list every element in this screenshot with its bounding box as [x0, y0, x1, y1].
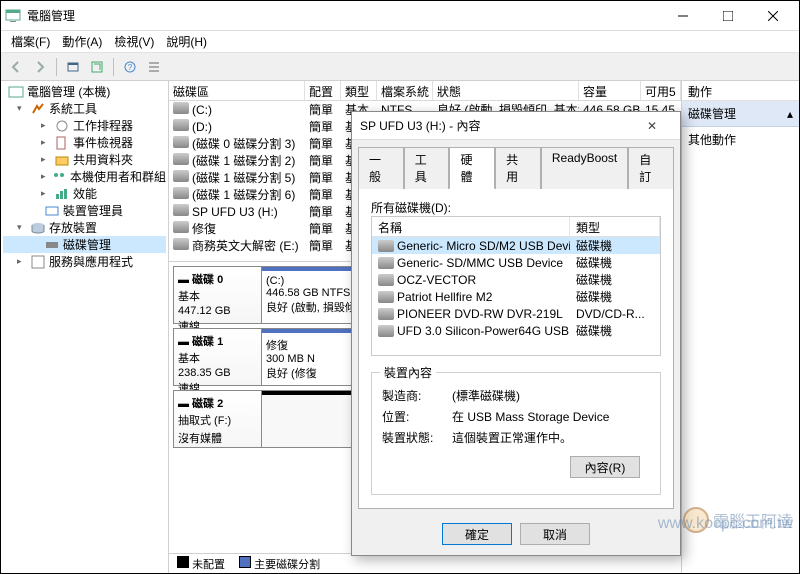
- drive-icon: [378, 325, 394, 337]
- dialog-titlebar: SP UFD U3 (H:) - 內容 ✕: [352, 112, 680, 140]
- device-row[interactable]: UFD 3.0 Silicon-Power64G USB Device磁碟機: [372, 322, 660, 339]
- mfr-label: 製造商:: [382, 387, 452, 404]
- drive-icon: [378, 308, 394, 320]
- refresh-button[interactable]: [86, 56, 108, 78]
- col-type[interactable]: 類型: [341, 81, 377, 100]
- tree-item[interactable]: ▸工作排程器: [3, 117, 166, 134]
- col-capacity[interactable]: 容量: [579, 81, 641, 100]
- tab-1[interactable]: 工具: [404, 147, 450, 189]
- legend: 未配置 主要磁碟分割: [169, 553, 681, 573]
- tree-root[interactable]: 電腦管理 (本機): [3, 83, 166, 100]
- toolbar: ?: [1, 53, 799, 81]
- drive-icon: [173, 153, 189, 165]
- actions-more[interactable]: 其他動作: [682, 127, 799, 152]
- dialog-buttons: 確定 取消: [352, 515, 680, 555]
- menu-bar: 檔案(F) 動作(A) 檢視(V) 說明(H): [1, 31, 799, 53]
- dialog-title: SP UFD U3 (H:) - 內容: [360, 117, 632, 134]
- tab-strip: 一般工具硬體共用ReadyBoost自訂: [352, 140, 680, 188]
- device-row[interactable]: PIONEER DVD-RW DVR-219LDVD/CD-R...: [372, 305, 660, 322]
- tab-4[interactable]: ReadyBoost: [541, 147, 628, 189]
- tree-item[interactable]: ▸事件檢視器: [3, 134, 166, 151]
- menu-help[interactable]: 說明(H): [160, 31, 213, 52]
- col-type[interactable]: 類型: [570, 217, 660, 236]
- ok-button[interactable]: 確定: [442, 523, 512, 545]
- drive-icon: [378, 257, 394, 269]
- properties-button[interactable]: 內容(R): [570, 456, 640, 478]
- menu-file[interactable]: 檔案(F): [5, 31, 56, 52]
- device-row[interactable]: OCZ-VECTOR磁碟機: [372, 271, 660, 288]
- tab-0[interactable]: 一般: [358, 147, 404, 189]
- tab-5[interactable]: 自訂: [628, 147, 674, 189]
- tree-services[interactable]: ▸服務與應用程式: [3, 253, 166, 270]
- tab-2[interactable]: 硬體: [449, 147, 495, 189]
- collapse-icon: ▴: [787, 107, 793, 121]
- tab-body-hardware: 所有磁碟機(D): 名稱 類型 Generic- Micro SD/M2 USB…: [358, 188, 674, 509]
- drive-icon: [378, 274, 394, 286]
- drive-icon: [173, 170, 189, 182]
- window-titlebar: 電腦管理: [1, 1, 799, 31]
- group-title: 裝置內容: [380, 364, 436, 381]
- tree-item[interactable]: ▸本機使用者和群組: [3, 168, 166, 185]
- device-row[interactable]: Generic- SD/MMC USB Device磁碟機: [372, 254, 660, 271]
- col-volume[interactable]: 磁碟區: [169, 81, 305, 100]
- device-list-header: 名稱 類型: [372, 217, 660, 237]
- status-value: 這個裝置正常運作中。: [452, 429, 572, 446]
- nav-tree[interactable]: 電腦管理 (本機) ▾系統工具 ▸工作排程器 ▸事件檢視器 ▸共用資料夾 ▸本機…: [1, 81, 169, 573]
- list-button[interactable]: [143, 56, 165, 78]
- tree-diskmgmt[interactable]: 磁碟管理: [3, 236, 166, 253]
- help-button[interactable]: ?: [119, 56, 141, 78]
- col-layout[interactable]: 配置: [305, 81, 341, 100]
- close-button[interactable]: [750, 2, 795, 30]
- properties-dialog: SP UFD U3 (H:) - 內容 ✕ 一般工具硬體共用ReadyBoost…: [351, 111, 681, 556]
- up-button[interactable]: [62, 56, 84, 78]
- actions-section[interactable]: 磁碟管理▴: [682, 101, 799, 127]
- dialog-close-button[interactable]: ✕: [632, 119, 672, 133]
- svg-text:?: ?: [128, 63, 133, 72]
- device-row[interactable]: Generic- Micro SD/M2 USB Device磁碟機: [372, 237, 660, 254]
- drive-icon: [173, 187, 189, 199]
- drive-icon: [173, 136, 189, 148]
- tree-systools[interactable]: ▾系統工具: [3, 100, 166, 117]
- col-name[interactable]: 名稱: [372, 217, 570, 236]
- actions-header: 動作: [682, 81, 799, 101]
- device-list[interactable]: 名稱 類型 Generic- Micro SD/M2 USB Device磁碟機…: [371, 216, 661, 356]
- back-button[interactable]: [5, 56, 27, 78]
- menu-view[interactable]: 檢視(V): [108, 31, 160, 52]
- minimize-button[interactable]: [660, 2, 705, 30]
- mfr-value: (標準磁碟機): [452, 387, 520, 404]
- status-label: 裝置狀態:: [382, 429, 452, 446]
- tree-storage[interactable]: ▾存放裝置: [3, 219, 166, 236]
- tree-item[interactable]: ▸共用資料夾: [3, 151, 166, 168]
- tree-item[interactable]: 裝置管理員: [3, 202, 166, 219]
- tree-item[interactable]: ▸效能: [3, 185, 166, 202]
- window-title: 電腦管理: [27, 7, 660, 24]
- device-content-group: 裝置內容 製造商:(標準磁碟機) 位置:在 USB Mass Storage D…: [371, 372, 661, 495]
- forward-button[interactable]: [29, 56, 51, 78]
- drive-icon: [173, 204, 189, 216]
- app-icon: [5, 8, 21, 24]
- menu-action[interactable]: 動作(A): [56, 31, 108, 52]
- device-row[interactable]: Patriot Hellfire M2磁碟機: [372, 288, 660, 305]
- col-status[interactable]: 狀態: [433, 81, 579, 100]
- drive-icon: [173, 119, 189, 131]
- drive-icon: [173, 238, 189, 250]
- maximize-button[interactable]: [705, 2, 750, 30]
- cancel-button[interactable]: 取消: [520, 523, 590, 545]
- volume-list-header: 磁碟區 配置 類型 檔案系統 狀態 容量 可用5: [169, 81, 681, 101]
- tab-3[interactable]: 共用: [495, 147, 541, 189]
- drive-icon: [378, 291, 394, 303]
- actions-pane: 動作 磁碟管理▴ 其他動作: [681, 81, 799, 573]
- drive-icon: [173, 221, 189, 233]
- loc-value: 在 USB Mass Storage Device: [452, 408, 609, 425]
- drive-icon: [173, 102, 189, 114]
- col-free[interactable]: 可用5: [641, 81, 681, 100]
- loc-label: 位置:: [382, 408, 452, 425]
- alldrives-label: 所有磁碟機(D):: [371, 199, 661, 216]
- drive-icon: [378, 240, 394, 252]
- col-fs[interactable]: 檔案系統: [377, 81, 433, 100]
